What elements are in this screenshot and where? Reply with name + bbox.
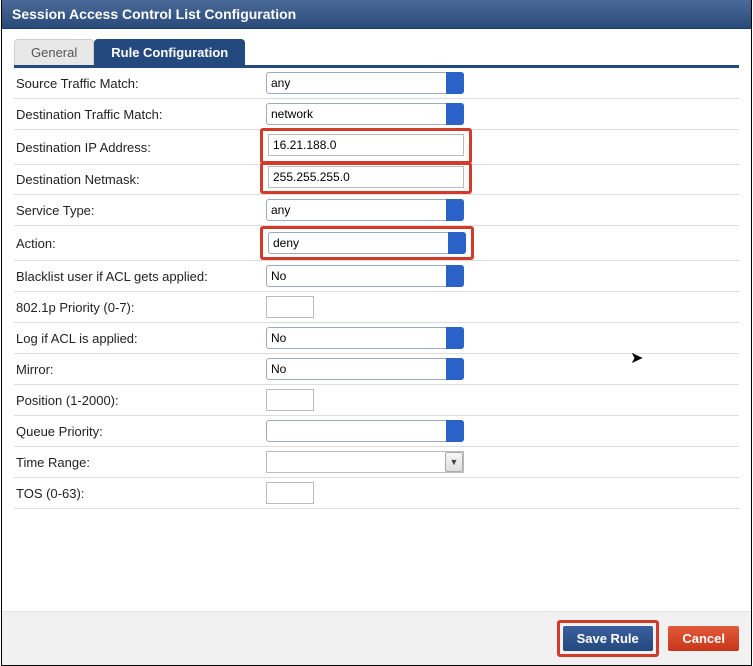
cancel-button[interactable]: Cancel <box>668 626 739 651</box>
label-destination-ip: Destination IP Address: <box>14 130 264 165</box>
label-position: Position (1-2000): <box>14 385 264 416</box>
action-select[interactable]: deny <box>268 232 466 254</box>
label-queue-priority: Queue Priority: <box>14 416 264 447</box>
8021p-priority-input[interactable] <box>266 296 314 318</box>
dialog-title: Session Access Control List Configuratio… <box>2 0 751 29</box>
label-source-traffic-match: Source Traffic Match: <box>14 68 264 99</box>
time-range-combo[interactable] <box>266 451 464 473</box>
save-rule-button[interactable]: Save Rule <box>563 626 653 651</box>
cursor-icon: ➤ <box>630 348 643 368</box>
label-destination-netmask: Destination Netmask: <box>14 165 264 195</box>
source-traffic-match-select[interactable]: any <box>266 72 464 94</box>
destination-netmask-input[interactable] <box>268 166 464 188</box>
label-blacklist: Blacklist user if ACL gets applied: <box>14 261 264 292</box>
label-8021p: 802.1p Priority (0-7): <box>14 292 264 323</box>
label-tos: TOS (0-63): <box>14 478 264 509</box>
position-input[interactable] <box>266 389 314 411</box>
label-time-range: Time Range: <box>14 447 264 478</box>
label-mirror: Mirror: <box>14 354 264 385</box>
destination-ip-input[interactable] <box>268 134 464 156</box>
tab-rule-configuration[interactable]: Rule Configuration <box>94 39 245 65</box>
rule-form: Source Traffic Match: any Destination Tr… <box>14 68 739 509</box>
tab-general[interactable]: General <box>14 39 94 65</box>
tab-bar: General Rule Configuration <box>14 39 739 68</box>
queue-priority-select[interactable] <box>266 420 464 442</box>
log-acl-select[interactable]: No <box>266 327 464 349</box>
label-destination-traffic-match: Destination Traffic Match: <box>14 99 264 130</box>
label-action: Action: <box>14 226 264 261</box>
label-log-acl: Log if ACL is applied: <box>14 323 264 354</box>
destination-traffic-match-select[interactable]: network <box>266 103 464 125</box>
blacklist-select[interactable]: No <box>266 265 464 287</box>
label-service-type: Service Type: <box>14 195 264 226</box>
service-type-select[interactable]: any <box>266 199 464 221</box>
mirror-select[interactable]: No <box>266 358 464 380</box>
dialog-footer: Save Rule Cancel <box>2 611 751 665</box>
tos-input[interactable] <box>266 482 314 504</box>
